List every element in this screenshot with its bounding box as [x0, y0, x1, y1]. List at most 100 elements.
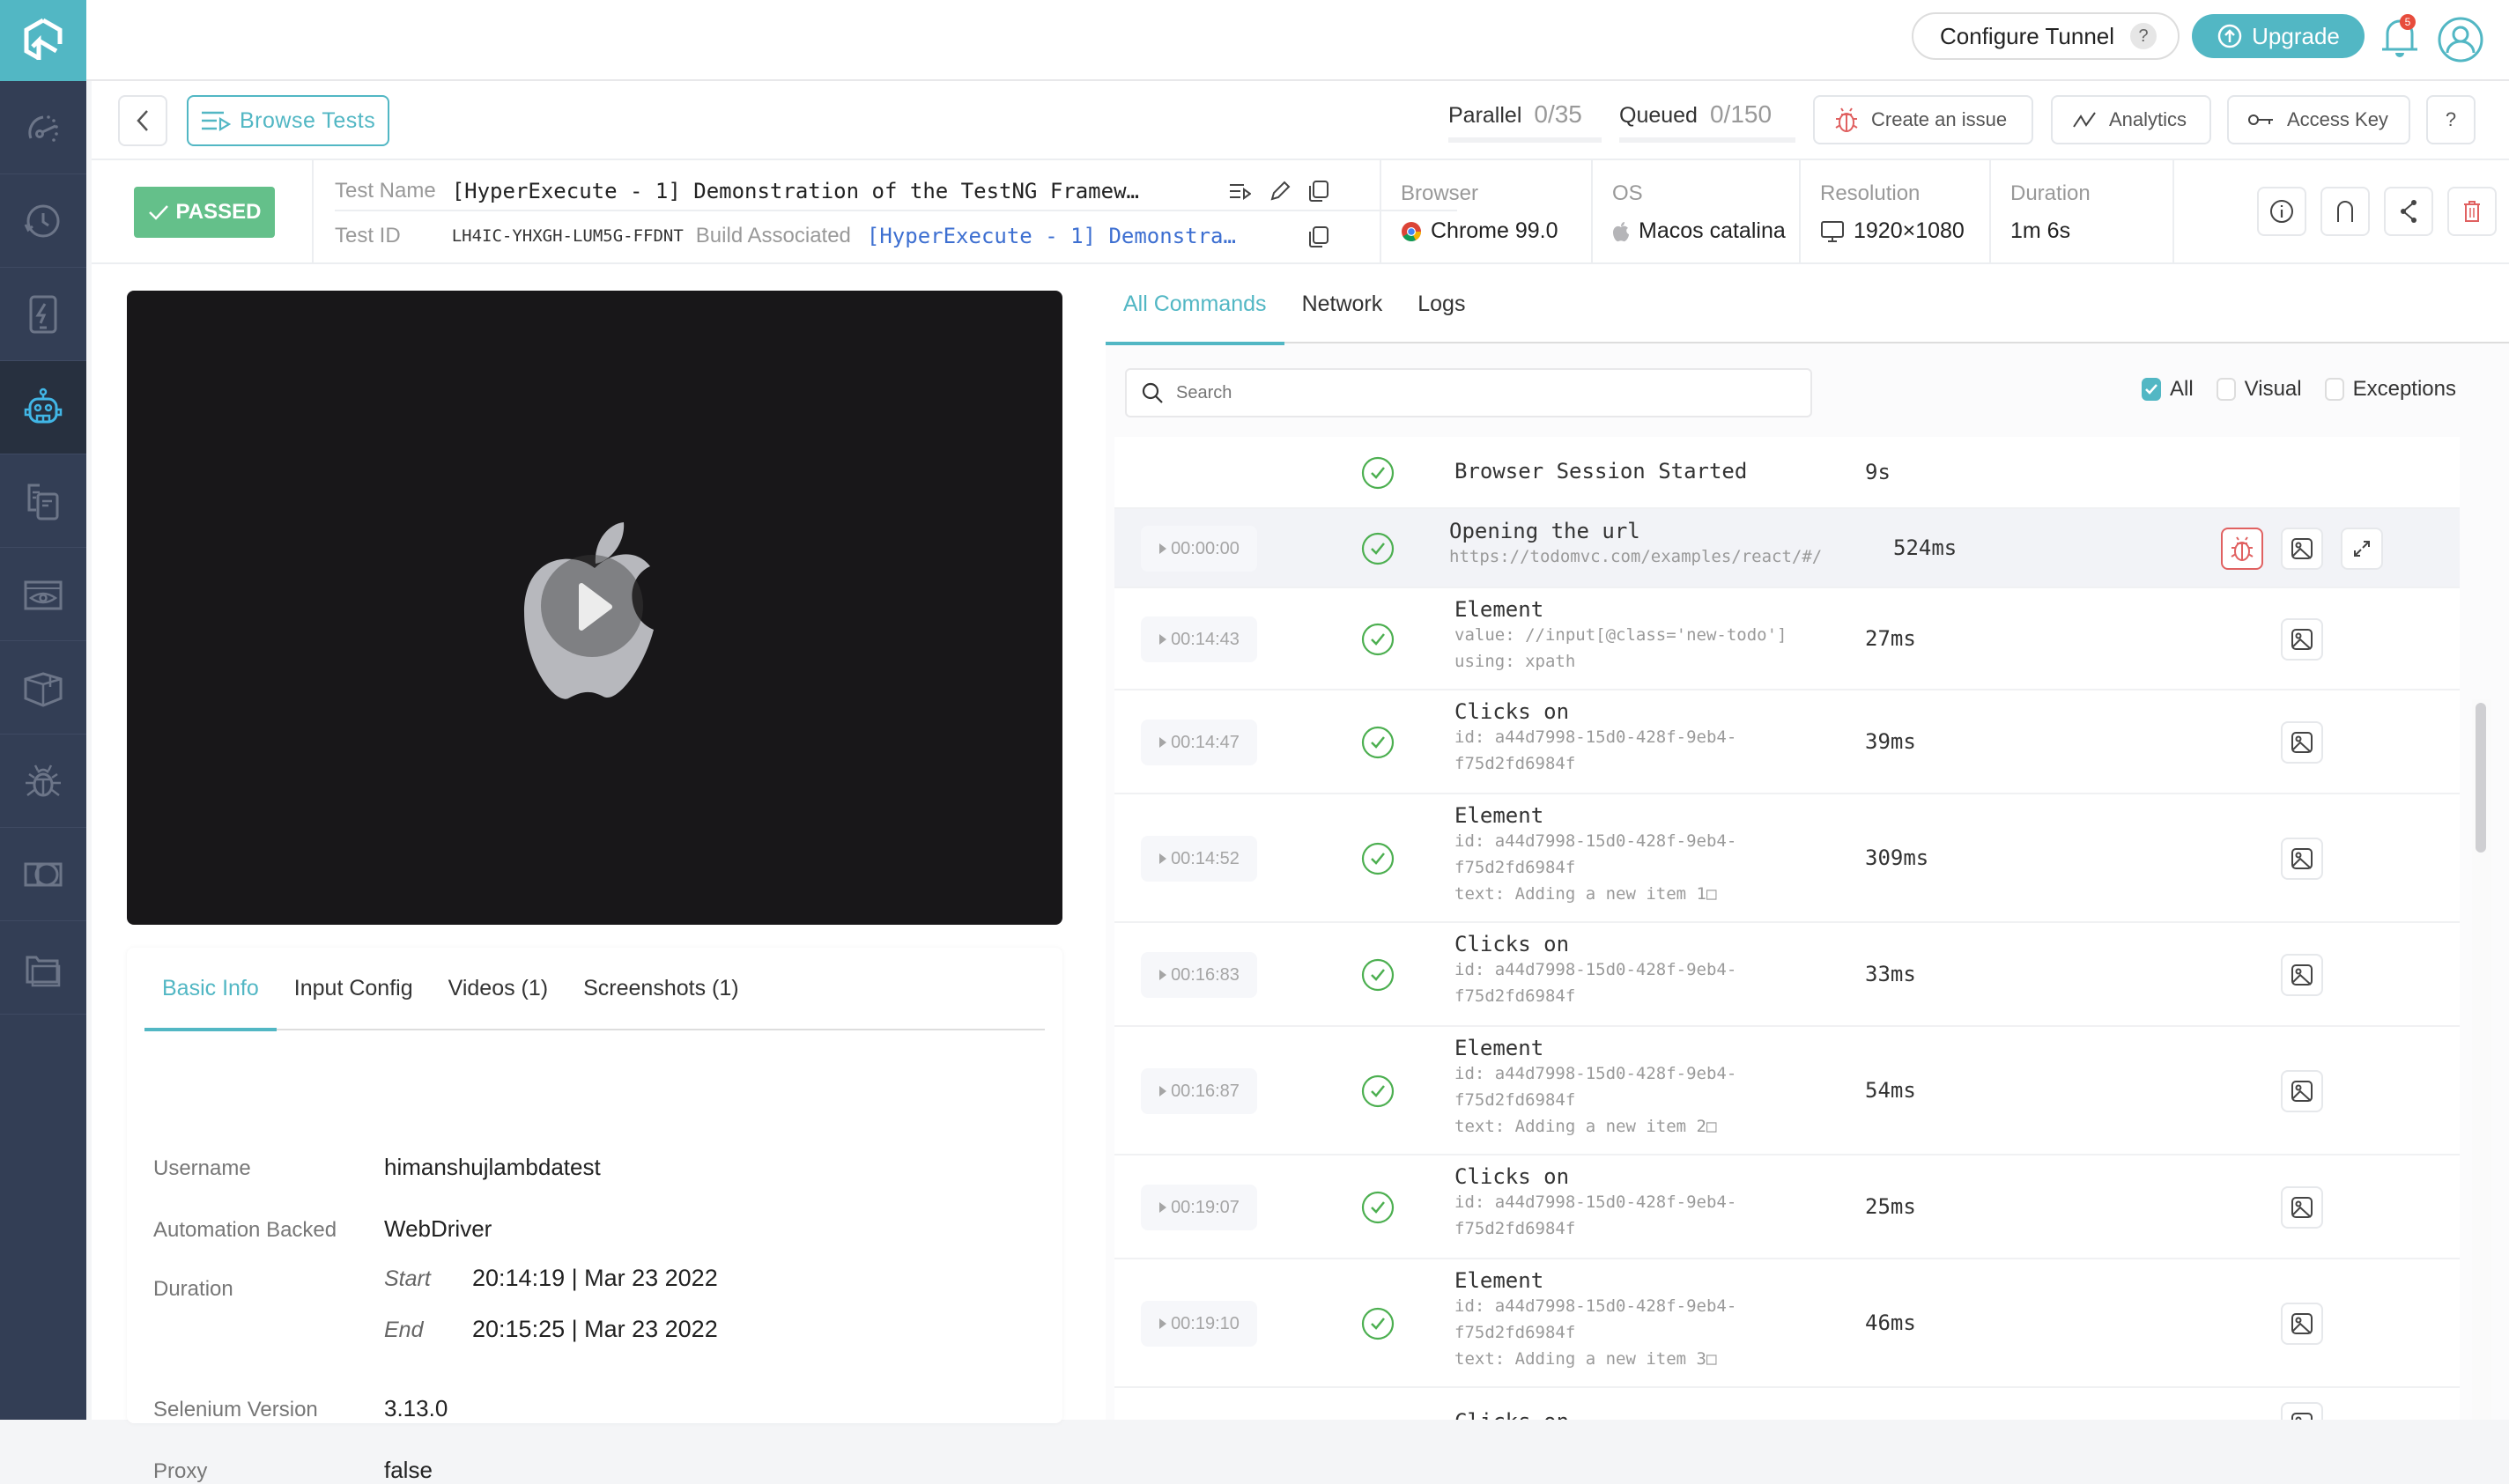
upgrade-button[interactable]: Upgrade [2192, 14, 2365, 58]
command-row[interactable]: 00:16:83 Clicks onid: a44d7998-15d0-428f-… [1114, 923, 2460, 1027]
tab-basic-info[interactable]: Basic Info [144, 947, 277, 1030]
playlist-icon[interactable] [1228, 180, 1251, 203]
info-button[interactable] [2257, 187, 2306, 236]
image-button[interactable] [2281, 1303, 2323, 1345]
analytics-button[interactable]: Analytics [2051, 95, 2211, 144]
command-row[interactable]: 00:00:00Opening the urlhttps://todomvc.c… [1114, 509, 2460, 588]
image-button[interactable] [2281, 954, 2323, 996]
video-player[interactable] [127, 291, 1062, 925]
filter-exceptions[interactable]: Exceptions [2325, 377, 2456, 402]
search-input[interactable] [1176, 383, 1775, 403]
command-duration: 309ms [1865, 845, 1928, 870]
queued-usage-bar [1619, 137, 1795, 143]
sidebar-item-app-live[interactable] [0, 268, 86, 361]
command-row[interactable]: 00:19:10Elementid: a44d7998-15d0-428f-9e… [1114, 1259, 2460, 1388]
sidebar-item-dashboard[interactable] [0, 81, 86, 174]
command-title: Opening the url [1449, 519, 1822, 543]
filter-all[interactable]: All [2142, 377, 2194, 402]
tab-videos-1[interactable]: Videos (1) [431, 947, 566, 1030]
timestamp: 00:16:83 [1171, 965, 1240, 986]
browse-tests-button[interactable]: Browse Tests [187, 95, 389, 146]
test-id-label: Test ID [335, 224, 401, 248]
image-button[interactable] [2281, 528, 2323, 570]
command-row[interactable]: 00:14:47Clicks onid: a44d7998-15d0-428f-… [1114, 690, 2460, 794]
edit-pencil-icon[interactable] [1269, 180, 1292, 203]
parallel-usage-bar [1448, 137, 1602, 143]
command-row[interactable]: Browser Session Started9s [1114, 437, 2460, 509]
tunnel-button[interactable] [2320, 187, 2370, 236]
command-row[interactable]: 00:14:43Elementvalue: //input[@class='ne… [1114, 588, 2460, 690]
monitor-icon [1820, 220, 1845, 243]
access-key-label: Access Key [2287, 108, 2388, 131]
delete-button[interactable] [2447, 187, 2497, 236]
sidebar-item-visual-ui[interactable] [0, 548, 86, 641]
image-button[interactable] [2281, 1070, 2323, 1112]
filter-checkbox[interactable] [2217, 378, 2236, 401]
back-button[interactable] [118, 95, 167, 146]
sidebar-item-real-time[interactable] [0, 174, 86, 268]
command-search[interactable] [1125, 368, 1812, 417]
tab-all-commands[interactable]: All Commands [1106, 264, 1284, 343]
filter-visual[interactable]: Visual [2217, 377, 2302, 402]
sidebar-item-automation[interactable] [0, 361, 86, 454]
command-body: Clicks onid: a44d7998-15d0-428f-9eb4-f75… [1454, 932, 1736, 1009]
command-detail: text: Adding a new item 2□ [1454, 1113, 1736, 1140]
image-button[interactable] [2281, 721, 2323, 764]
os-value: Macos catalina [1639, 218, 1786, 244]
command-row[interactable]: 00:14:52Elementid: a44d7998-15d0-428f-9e… [1114, 794, 2460, 923]
image-icon [2291, 731, 2313, 754]
image-button[interactable] [2281, 1402, 2323, 1420]
tunnel-help-icon[interactable]: ? [2130, 23, 2157, 49]
timestamp-chip[interactable]: 00:00:00 [1141, 526, 1257, 572]
access-key-button[interactable]: Access Key [2227, 95, 2410, 144]
timestamp-chip[interactable]: 00:14:47 [1141, 720, 1257, 765]
queued-stat: Queued0/150 [1619, 100, 1772, 129]
image-button[interactable] [2281, 1186, 2323, 1229]
command-row[interactable]: Clicks on [1114, 1388, 2460, 1420]
tab-screenshots-1[interactable]: Screenshots (1) [566, 947, 756, 1030]
user-avatar-icon[interactable] [2437, 16, 2484, 63]
timestamp-chip[interactable]: 00:14:43 [1141, 616, 1257, 662]
sidebar-item-devices[interactable] [0, 454, 86, 548]
configure-tunnel-button[interactable]: Configure Tunnel ? [1912, 12, 2180, 60]
command-body: Clicks on [1454, 1409, 1569, 1420]
help-button[interactable]: ? [2426, 95, 2476, 144]
build-link[interactable]: [HyperExecute - 1] Demonstra… [867, 224, 1236, 248]
image-button[interactable] [2281, 838, 2323, 880]
lambdatest-logo[interactable] [0, 0, 86, 81]
timestamp-chip[interactable]: 00:16:83 [1141, 952, 1257, 998]
scrollbar-thumb[interactable] [2476, 703, 2486, 853]
command-row[interactable]: 00:16:87 Elementid: a44d7998-15d0-428f-9e… [1114, 1027, 2460, 1155]
share-button[interactable] [2384, 187, 2433, 236]
upgrade-label: Upgrade [2252, 23, 2340, 50]
queued-label: Queued [1619, 103, 1698, 128]
expand-button[interactable] [2341, 528, 2383, 570]
timestamp-chip[interactable]: 00:14:52 [1141, 836, 1257, 882]
create-issue-button[interactable]: Create an issue [1813, 95, 2033, 144]
copy-icon[interactable] [1307, 180, 1330, 203]
sidebar-item-issue-tracker[interactable] [0, 735, 86, 828]
tab-network[interactable]: Network [1284, 264, 1401, 343]
tab-input-config[interactable]: Input Config [277, 947, 431, 1030]
key-icon [2248, 112, 2275, 128]
command-duration: 54ms [1865, 1078, 1916, 1103]
command-detail: id: a44d7998-15d0-428f-9eb4- [1454, 1060, 1736, 1087]
bug-button[interactable] [2221, 528, 2263, 570]
copy-icon[interactable] [1307, 225, 1330, 248]
resolution-meta: Resolution 1920×1080 [1799, 160, 1989, 264]
command-row[interactable]: 00:19:07Clicks onid: a44d7998-15d0-428f-… [1114, 1155, 2460, 1259]
filter-checkbox[interactable] [2325, 378, 2344, 401]
command-title: Element [1454, 1036, 1736, 1060]
timestamp-chip[interactable]: 00:19:10 [1141, 1301, 1257, 1347]
timestamp: 00:19:10 [1171, 1314, 1240, 1334]
timestamp-chip[interactable]: 00:19:07 [1141, 1185, 1257, 1230]
timestamp: 00:16:87 [1171, 1082, 1240, 1102]
image-button[interactable] [2281, 618, 2323, 661]
tab-logs[interactable]: Logs [1400, 264, 1483, 343]
sidebar-item-files[interactable] [0, 921, 86, 1015]
sidebar-item-smart-ui[interactable] [0, 828, 86, 921]
filter-checkbox[interactable] [2142, 378, 2161, 401]
help-label: ? [2446, 108, 2456, 131]
sidebar-item-integrations[interactable] [0, 641, 86, 735]
timestamp-chip[interactable]: 00:16:87 [1141, 1068, 1257, 1114]
